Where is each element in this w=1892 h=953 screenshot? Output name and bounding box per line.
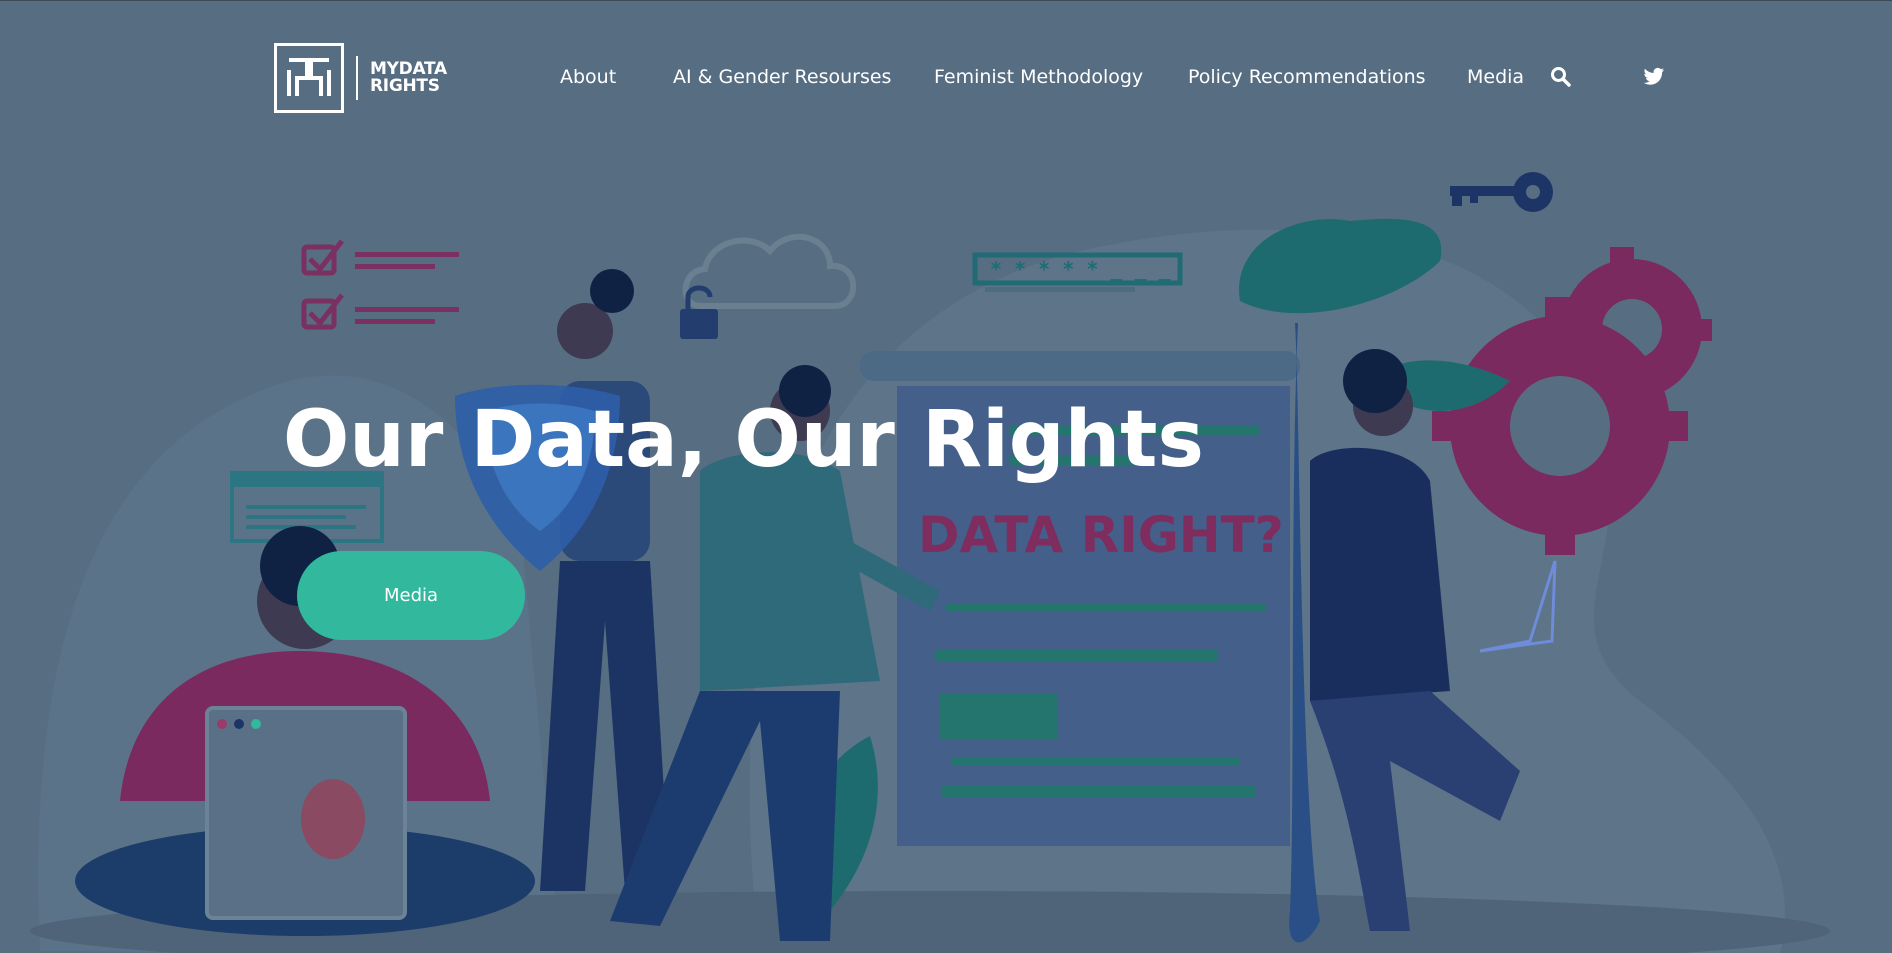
nav-item-media[interactable]: Media	[1467, 65, 1524, 89]
checklist-graphic	[301, 239, 459, 330]
nav-item-about[interactable]: About	[560, 65, 616, 89]
cloud-lock-graphic	[680, 233, 857, 339]
poster-headline: DATA RIGHT?	[918, 506, 1284, 564]
logo-mark-icon	[274, 43, 344, 113]
logo-wordmark: MYDATA RIGHTS	[370, 61, 447, 95]
hero-title: Our Data, Our Rights	[283, 395, 1204, 485]
password-placeholder-text: * * * * * _ _ _	[990, 257, 1171, 281]
twitter-icon[interactable]	[1643, 67, 1665, 87]
site-logo[interactable]: MYDATA RIGHTS	[274, 40, 456, 116]
media-button[interactable]: Media	[297, 551, 525, 640]
logo-divider	[356, 56, 358, 100]
search-icon[interactable]	[1550, 66, 1572, 88]
site-header: MYDATA RIGHTS About AI & Gender Resourse…	[0, 1, 1892, 151]
nav-item-feminist-methodology[interactable]: Feminist Methodology	[934, 65, 1143, 89]
key-graphic	[1450, 172, 1553, 212]
nav-item-ai-gender-resources[interactable]: AI & Gender Resourses	[673, 65, 891, 89]
landing-page: * * * * * _ _ _ DATA RIGHT? MYDATA RIGHT…	[0, 0, 1892, 953]
nav-item-policy-recommendations[interactable]: Policy Recommendations	[1188, 65, 1426, 89]
logo-line-2: RIGHTS	[370, 76, 440, 96]
